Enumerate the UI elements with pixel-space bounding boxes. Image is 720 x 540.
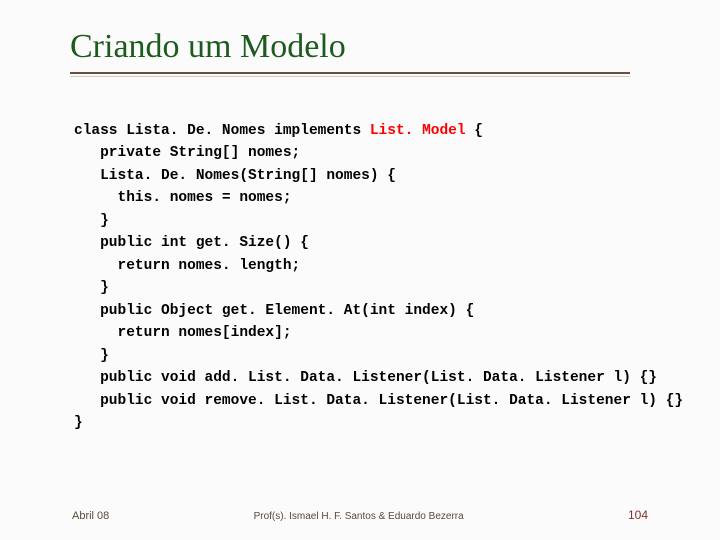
title-underline xyxy=(70,72,630,78)
footer-date: Abril 08 xyxy=(72,510,109,522)
code-line: return nomes[index]; xyxy=(74,325,292,341)
code-block: class Lista. De. Nomes implements List. … xyxy=(74,120,683,435)
code-line: return nomes. length; xyxy=(74,258,300,274)
code-line: public int get. Size() { xyxy=(74,235,309,251)
code-line: public void add. List. Data. Listener(Li… xyxy=(74,370,657,386)
code-line: this. nomes = nomes; xyxy=(74,190,292,206)
code-line: private String[] nomes; xyxy=(74,145,300,161)
code-line: } xyxy=(74,213,109,229)
code-line: } xyxy=(74,348,109,364)
code-line: { xyxy=(466,123,483,139)
code-highlight: List. Model xyxy=(370,123,466,139)
footer-page-number: 104 xyxy=(628,508,648,522)
slide-title: Criando um Modelo xyxy=(70,28,680,70)
code-line: public void remove. List. Data. Listener… xyxy=(74,393,683,409)
slide-footer: Abril 08 Prof(s). Ismael H. F. Santos & … xyxy=(0,508,720,522)
code-line: class Lista. De. Nomes implements xyxy=(74,123,370,139)
code-line: } xyxy=(74,415,83,431)
code-line: Lista. De. Nomes(String[] nomes) { xyxy=(74,168,396,184)
code-line: } xyxy=(74,280,109,296)
footer-credits: Prof(s). Ismael H. F. Santos & Eduardo B… xyxy=(109,511,608,522)
code-line: public Object get. Element. At(int index… xyxy=(74,303,474,319)
